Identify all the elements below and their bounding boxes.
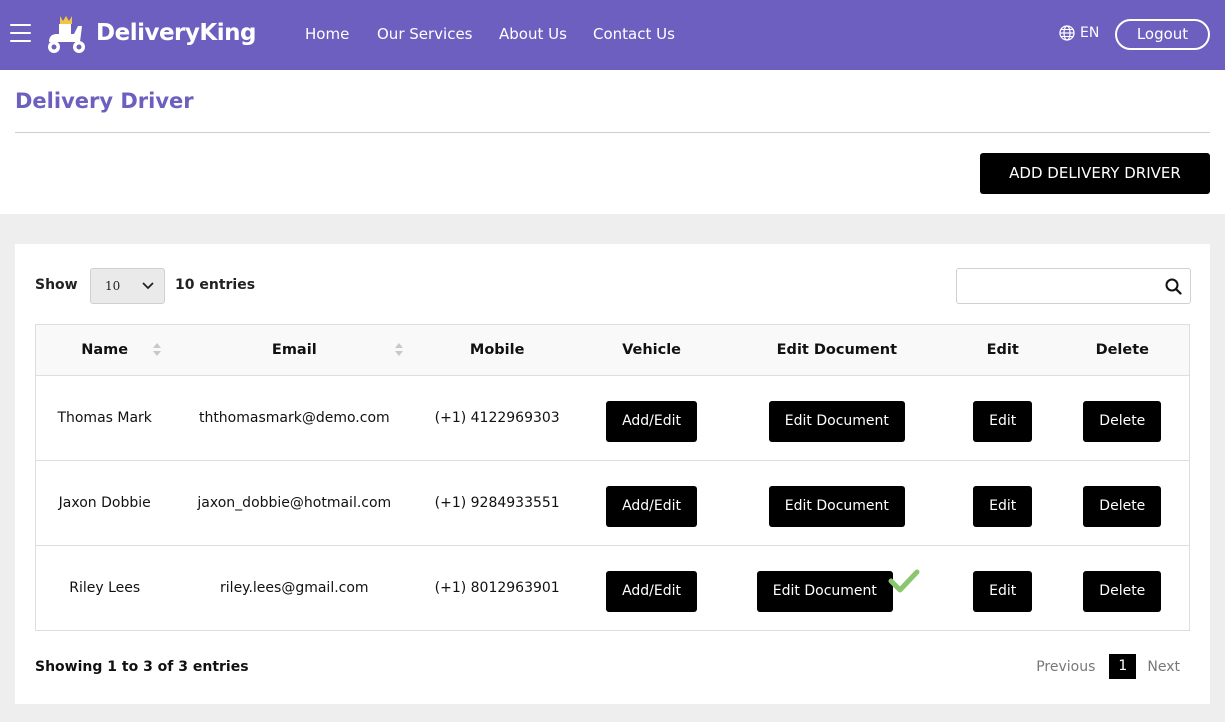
edit-document-button[interactable]: Edit Document	[756, 570, 893, 612]
edit-document-button[interactable]: Edit Document	[768, 400, 905, 442]
checkmark-icon	[888, 569, 920, 593]
edit-button[interactable]: Edit	[973, 485, 1033, 527]
language-selector[interactable]: EN	[1059, 25, 1099, 41]
previous-page-button[interactable]: Previous	[1036, 659, 1095, 675]
sort-icon	[395, 343, 404, 359]
table-header-row: Name Email Mobile Vehicle Edit Document …	[35, 324, 1190, 376]
nav-link-home[interactable]: Home	[305, 25, 349, 43]
sort-icon	[153, 343, 162, 359]
page-size-value: 10	[105, 279, 121, 293]
column-header-edit: Edit	[949, 324, 1056, 376]
page-size-select[interactable]: 10	[90, 268, 165, 304]
column-header-name[interactable]: Name	[35, 324, 174, 376]
driver-email: ththomasmark@demo.com	[173, 375, 416, 461]
driver-mobile: (+1) 9284933551	[415, 460, 580, 546]
driver-name: Thomas Mark	[35, 375, 174, 461]
drivers-table: Name Email Mobile Vehicle Edit Document …	[35, 324, 1190, 631]
showing-entries-info: Showing 1 to 3 of 3 entries	[35, 659, 249, 675]
delete-button[interactable]: Delete	[1083, 570, 1162, 612]
column-header-mobile: Mobile	[415, 324, 580, 376]
globe-icon	[1059, 25, 1075, 41]
driver-name: Jaxon Dobbie	[35, 460, 174, 546]
show-label: Show	[35, 277, 78, 293]
page-1-button[interactable]: 1	[1109, 654, 1137, 679]
edit-button[interactable]: Edit	[973, 570, 1033, 612]
search-box	[956, 268, 1191, 304]
chevron-down-icon	[142, 282, 154, 290]
edit-button[interactable]: Edit	[973, 400, 1033, 442]
next-page-button[interactable]: Next	[1147, 659, 1180, 675]
column-header-edit-document: Edit Document	[723, 324, 950, 376]
column-header-vehicle: Vehicle	[579, 324, 724, 376]
column-header-email[interactable]: Email	[173, 324, 416, 376]
delete-button[interactable]: Delete	[1083, 400, 1162, 442]
driver-name: Riley Lees	[35, 545, 174, 631]
table-row: Thomas Mark ththomasmark@demo.com (+1) 4…	[35, 375, 1190, 461]
delete-button[interactable]: Delete	[1083, 485, 1162, 527]
divider	[15, 132, 1210, 133]
entries-label: 10 entries	[175, 277, 256, 293]
nav-link-our-services[interactable]: Our Services	[377, 25, 473, 43]
vehicle-add-edit-button[interactable]: Add/Edit	[606, 485, 698, 527]
menu-icon[interactable]	[10, 24, 31, 44]
nav-link-about-us[interactable]: About Us	[499, 25, 567, 43]
drivers-card: Show 10 10 entries Name Email Mobile Veh…	[15, 244, 1210, 704]
page-header: Delivery Driver ADD DELIVERY DRIVER	[0, 70, 1225, 214]
driver-email: riley.lees@gmail.com	[173, 545, 416, 631]
logout-button[interactable]: Logout	[1115, 19, 1210, 50]
vehicle-add-edit-button[interactable]: Add/Edit	[606, 570, 698, 612]
pagination: Previous 1 Next	[1036, 654, 1180, 679]
driver-mobile: (+1) 4122969303	[415, 375, 580, 461]
add-delivery-driver-button[interactable]: ADD DELIVERY DRIVER	[980, 153, 1210, 194]
table-row: Jaxon Dobbie jaxon_dobbie@hotmail.com (+…	[35, 460, 1190, 546]
nav-link-contact-us[interactable]: Contact Us	[593, 25, 675, 43]
driver-mobile: (+1) 8012963901	[415, 545, 580, 631]
vehicle-add-edit-button[interactable]: Add/Edit	[606, 400, 698, 442]
edit-document-button[interactable]: Edit Document	[768, 485, 905, 527]
page-title: Delivery Driver	[15, 89, 194, 113]
search-input[interactable]	[963, 274, 1153, 298]
table-row: Riley Lees riley.lees@gmail.com (+1) 801…	[35, 545, 1190, 631]
column-header-delete: Delete	[1055, 324, 1190, 376]
search-icon[interactable]	[1165, 278, 1182, 295]
top-navbar: DeliveryKing Home Our Services About Us …	[0, 0, 1225, 70]
scooter-logo-icon	[48, 16, 85, 53]
brand-name[interactable]: DeliveryKing	[96, 20, 256, 46]
language-label: EN	[1080, 25, 1100, 41]
driver-email: jaxon_dobbie@hotmail.com	[173, 460, 416, 546]
